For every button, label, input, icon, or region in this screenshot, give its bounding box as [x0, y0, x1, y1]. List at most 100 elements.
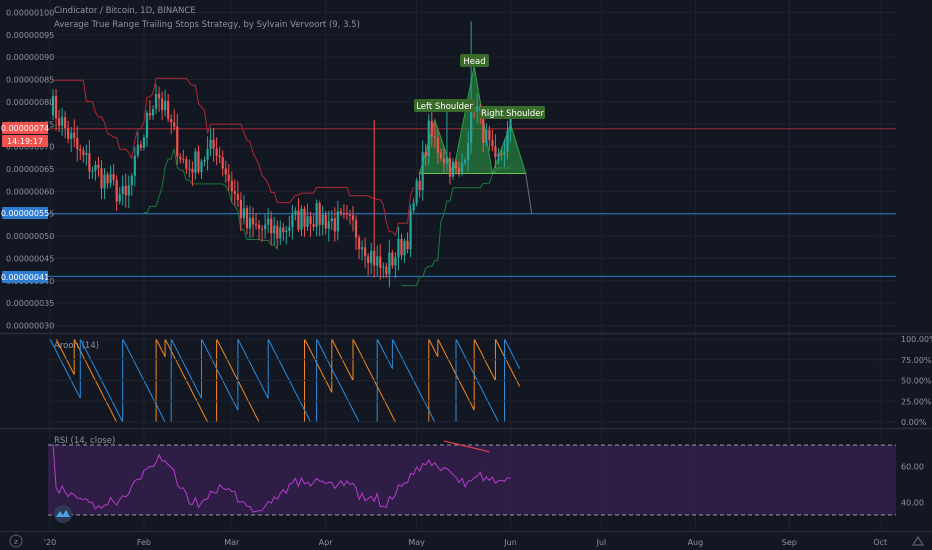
- price-tick-label: 0.00000085: [6, 76, 54, 85]
- candle-body: [212, 139, 215, 149]
- candle-body: [251, 217, 255, 225]
- candle-body: [285, 230, 288, 233]
- rsi-tick-label: 40.00: [901, 499, 924, 508]
- left-shoulder-label[interactable]: Left Shoulder: [414, 99, 475, 112]
- candle-body: [88, 153, 91, 172]
- candle-body: [118, 193, 121, 202]
- candle-body: [170, 119, 173, 123]
- candle-body: [161, 98, 164, 111]
- price-tick-label: 0.00000095: [6, 31, 54, 40]
- candle-body: [64, 117, 67, 128]
- candle-body: [70, 132, 73, 139]
- candle-body: [224, 168, 227, 175]
- aroon-tick-label: 25.00%: [901, 397, 932, 406]
- candle-body: [388, 252, 391, 275]
- candle-body: [460, 162, 464, 173]
- candle-body: [206, 148, 209, 160]
- candle-body: [127, 185, 130, 196]
- upper-line-tag: 0.00000055: [1, 207, 49, 219]
- candle-body: [400, 238, 403, 256]
- chart-canvas[interactable]: Cindicator / Bitcoin, 1D, BINANCE Averag…: [0, 0, 932, 550]
- candle-body: [167, 100, 170, 120]
- price-tick-label: 0.00000035: [6, 299, 54, 308]
- candle-body: [427, 120, 430, 157]
- time-tick-label: Oct: [873, 538, 887, 547]
- candle-body: [215, 148, 218, 156]
- candle-body: [309, 216, 312, 224]
- candle-body: [139, 144, 142, 148]
- left-shoulder-label-text: Left Shoulder: [416, 102, 473, 112]
- candle-body: [200, 161, 203, 172]
- time-tick-label: May: [408, 538, 425, 547]
- candle-body: [476, 106, 479, 112]
- candle-body: [261, 228, 264, 230]
- candle-body: [191, 168, 194, 173]
- right-shoulder-label-text: Right Shoulder: [481, 109, 544, 119]
- candle-body: [100, 168, 103, 189]
- candle-body: [330, 218, 333, 222]
- candle-body: [457, 168, 461, 173]
- candle-body: [373, 250, 376, 266]
- candle-body: [257, 224, 261, 229]
- upper-line-value: 0.00000055: [1, 209, 49, 218]
- candle-body: [136, 144, 139, 156]
- price-tick-label: 0.00000030: [6, 322, 54, 331]
- candle-body: [188, 168, 191, 170]
- strategy-title: Average True Range Trailing Stops Strate…: [54, 20, 360, 30]
- candle-body: [194, 151, 197, 173]
- candle-body: [494, 146, 497, 157]
- candle-body: [282, 227, 285, 233]
- price-tick-label: 0.00000080: [6, 98, 54, 107]
- candle-body: [451, 161, 455, 177]
- candle-body: [430, 120, 433, 136]
- candle-body: [151, 109, 155, 116]
- aroon-tick-label: 50.00%: [901, 377, 932, 386]
- candle-body: [79, 149, 82, 151]
- candle-body: [218, 155, 221, 158]
- last-price-value: 0.00000074: [1, 124, 49, 133]
- candle-body: [54, 95, 58, 119]
- candle-body: [506, 130, 509, 152]
- right-shoulder-label[interactable]: Right Shoulder: [480, 106, 545, 119]
- rsi-label[interactable]: RSI (14, close): [54, 436, 115, 446]
- candle-body: [318, 203, 321, 225]
- candle-body: [415, 180, 418, 204]
- candle-body: [291, 214, 294, 228]
- candle-body: [85, 153, 88, 155]
- candle-body: [418, 180, 421, 191]
- candle-body: [303, 208, 306, 227]
- svg-text:z: z: [14, 538, 18, 546]
- candle-body: [103, 174, 106, 189]
- candle-body: [436, 137, 439, 153]
- candle-body: [351, 215, 355, 221]
- candle-body: [276, 225, 279, 239]
- candle-body: [439, 152, 442, 159]
- candle-body: [321, 214, 324, 225]
- candle-body: [121, 185, 124, 194]
- candle-body: [376, 256, 379, 266]
- candle-body: [197, 151, 200, 172]
- lower-line-value: 0.00000041: [1, 273, 49, 282]
- candle-body: [333, 218, 336, 232]
- candle-body: [379, 256, 382, 268]
- candle-body: [503, 151, 506, 156]
- candle-body: [348, 215, 352, 217]
- candle-body: [157, 93, 161, 99]
- candle-body: [382, 266, 385, 268]
- candle-body: [421, 151, 424, 191]
- candle-body: [315, 203, 318, 227]
- lower-line-tag: 0.00000041: [1, 271, 49, 283]
- candle-body: [148, 112, 152, 116]
- candle-body: [442, 158, 445, 164]
- time-tick-label: Sep: [782, 538, 797, 547]
- candle-body: [336, 211, 339, 232]
- tradingview-logo-icon[interactable]: [54, 505, 72, 523]
- candle-body: [397, 238, 400, 258]
- candle-body: [76, 138, 79, 150]
- head-label[interactable]: Head: [460, 54, 489, 67]
- candle-body: [273, 225, 276, 234]
- candle-body: [124, 185, 127, 196]
- candle-body: [464, 160, 467, 163]
- candle-body: [176, 126, 179, 157]
- candle-body: [360, 247, 364, 250]
